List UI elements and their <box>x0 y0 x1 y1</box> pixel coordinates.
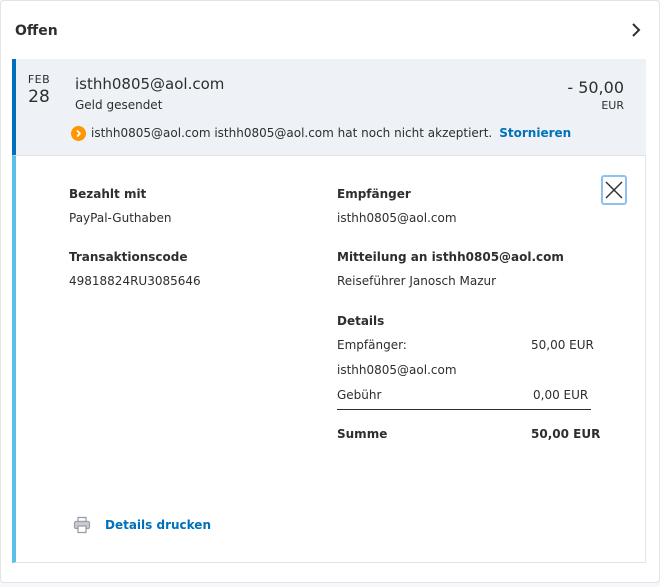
printer-icon <box>73 516 91 534</box>
paid-with-label: Bezahlt mit <box>69 187 147 201</box>
breakdown-label: Details <box>337 314 385 328</box>
warning-arrow-icon <box>71 125 86 141</box>
transaction-type: Geld gesendet <box>75 98 163 112</box>
transaction-row[interactable]: FEB 28 isthh0805@aol.com Geld gesendet -… <box>12 59 646 155</box>
counterparty-name: isthh0805@aol.com <box>75 75 225 93</box>
close-icon <box>605 181 623 199</box>
activity-card: Offen FEB 28 isthh0805@aol.com Geld gese… <box>0 0 660 583</box>
message-value: Reiseführer Janosch Mazur <box>337 274 497 288</box>
chevron-right-icon[interactable] <box>629 21 643 39</box>
recipient-label: Empfänger <box>337 187 411 201</box>
notice-text: isthh0805@aol.com isthh0805@aol.com hat … <box>91 126 493 140</box>
total-label: Summe <box>337 427 388 441</box>
print-details-label: Details drucken <box>105 518 211 532</box>
date-month: FEB <box>27 73 51 86</box>
fee-label: Gebühr <box>337 388 382 402</box>
breakdown-recipient-label: Empfänger: <box>337 338 407 352</box>
fee-amount: 0,00 EUR <box>533 388 589 402</box>
transaction-amount: - 50,00 <box>567 78 624 97</box>
pending-notice: isthh0805@aol.com isthh0805@aol.com hat … <box>71 125 571 141</box>
transaction-code-label: Transaktionscode <box>69 250 188 264</box>
paid-with-value: PayPal-Guthaben <box>69 211 172 225</box>
section-title: Offen <box>15 23 58 39</box>
message-label: Mitteilung an isthh0805@aol.com <box>337 250 564 264</box>
print-details-button[interactable]: Details drucken <box>73 516 211 534</box>
total-amount: 50,00 EUR <box>531 427 601 441</box>
breakdown-recipient-email: isthh0805@aol.com <box>337 363 457 377</box>
transaction-code-value: 49818824RU3085646 <box>69 274 201 288</box>
recipient-value: isthh0805@aol.com <box>337 211 457 225</box>
cancel-link[interactable]: Stornieren <box>499 126 571 140</box>
transaction-details: Bezahlt mit PayPal-Guthaben Transaktions… <box>12 155 646 563</box>
close-details-button[interactable] <box>601 175 627 205</box>
total-divider <box>337 409 591 410</box>
breakdown-recipient-amount: 50,00 EUR <box>531 338 594 352</box>
date-day: 28 <box>28 87 50 107</box>
transaction-currency: EUR <box>601 99 624 112</box>
